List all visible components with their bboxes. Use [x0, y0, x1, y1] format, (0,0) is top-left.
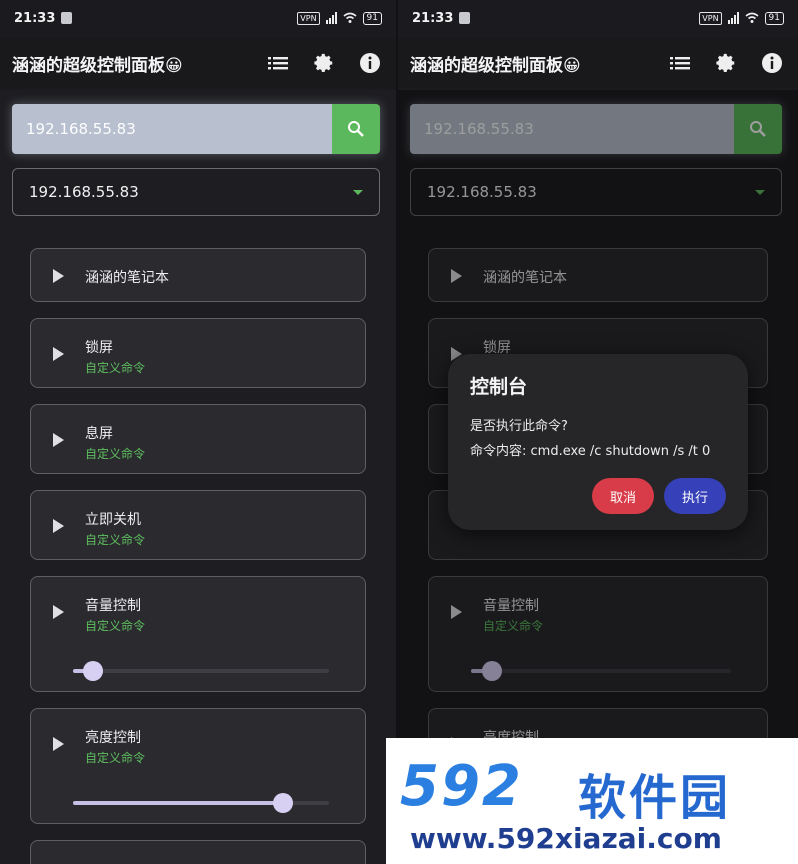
app-bar: 涵涵的超级控制面板😀: [398, 38, 798, 88]
signal-icon: [727, 12, 739, 24]
slider-fill: [73, 801, 283, 805]
list-icon[interactable]: [264, 49, 292, 77]
dialog-question: 是否执行此命令?: [470, 419, 568, 434]
card-subtitle: 自定义命令: [85, 619, 146, 633]
phone-screen-left: 21:33 VPN 91 涵涵的超级控制面板😀 192.168.55.83 19…: [0, 0, 396, 864]
card-title: 音量控制: [85, 598, 141, 614]
app-notification-icon: [459, 12, 471, 24]
status-bar: 21:33 VPN 91: [0, 0, 396, 36]
card-subtitle: 自定义命令: [85, 751, 146, 765]
ip-search-input[interactable]: [12, 104, 332, 154]
wifi-icon: [745, 12, 759, 23]
dropdown-arrow-icon: [353, 189, 363, 195]
ip-select-dropdown[interactable]: 192.168.55.83: [12, 168, 380, 216]
card-title: 锁屏: [85, 340, 113, 356]
card-title: 涵涵的笔记本: [85, 270, 169, 286]
card-partial[interactable]: [30, 840, 366, 864]
execute-button[interactable]: 执行: [664, 478, 726, 514]
vpn-badge: VPN: [297, 11, 320, 25]
watermark-url: www.592xiazai.com: [410, 822, 722, 855]
card-brightness[interactable]: 亮度控制 自定义命令: [30, 708, 366, 824]
play-icon: [53, 433, 64, 447]
dialog-title: 控制台: [470, 376, 528, 398]
info-icon[interactable]: [356, 49, 384, 77]
card-title: 立即关机: [85, 512, 141, 528]
card-title: 亮度控制: [85, 730, 141, 746]
card-subtitle: 自定义命令: [85, 533, 146, 547]
phone-screen-right: 21:33 VPN 91 涵涵的超级控制面板😀 192.168.55.83 19…: [398, 0, 798, 864]
watermark-number: 592: [400, 754, 523, 819]
card-subtitle: 自定义命令: [85, 447, 146, 461]
battery-indicator: 91: [764, 11, 784, 25]
app-notification-icon: [61, 12, 73, 24]
slider-thumb[interactable]: [272, 793, 293, 813]
wifi-icon: [343, 12, 357, 23]
play-icon: [53, 605, 64, 619]
gear-icon[interactable]: [310, 49, 338, 77]
play-icon: [53, 269, 64, 283]
dialog-command: 命令内容: cmd.exe /c shutdown /s /t 0: [470, 444, 711, 459]
card-subtitle: 自定义命令: [85, 361, 146, 375]
card-notebook[interactable]: 涵涵的笔记本: [30, 248, 366, 302]
search-bar: [12, 104, 380, 154]
battery-indicator: 91: [362, 11, 382, 25]
app-title: 涵涵的超级控制面板😀: [410, 55, 581, 76]
slider-thumb[interactable]: [83, 661, 104, 681]
status-time: 21:33: [412, 10, 454, 26]
search-button[interactable]: [332, 104, 380, 154]
main-content: 192.168.55.83 涵涵的笔记本 锁屏 自定义命令 息屏 自定义命令 立…: [0, 90, 396, 864]
brightness-slider[interactable]: [73, 793, 329, 813]
card-screen-off[interactable]: 息屏 自定义命令: [30, 404, 366, 474]
ip-select-value: 192.168.55.83: [29, 183, 139, 201]
watermark-banner: 592 软件园 www.592xiazai.com: [386, 738, 798, 864]
cancel-button[interactable]: 取消: [592, 478, 654, 514]
app-bar: 涵涵的超级控制面板😀: [0, 38, 396, 88]
card-volume[interactable]: 音量控制 自定义命令: [30, 576, 366, 692]
volume-slider[interactable]: [73, 661, 329, 681]
play-icon: [53, 347, 64, 361]
play-icon: [53, 737, 64, 751]
app-title: 涵涵的超级控制面板😀: [12, 55, 183, 76]
search-icon: [348, 121, 364, 137]
card-lock-screen[interactable]: 锁屏 自定义命令: [30, 318, 366, 388]
play-icon: [53, 519, 64, 533]
info-icon[interactable]: [758, 49, 786, 77]
status-bar: 21:33 VPN 91: [398, 0, 798, 36]
status-time: 21:33: [14, 10, 56, 26]
signal-icon: [325, 12, 337, 24]
card-title: 息屏: [85, 426, 113, 442]
vpn-badge: VPN: [699, 11, 722, 25]
watermark-name: 软件园: [578, 770, 732, 826]
list-icon[interactable]: [666, 49, 694, 77]
gear-icon[interactable]: [712, 49, 740, 77]
confirm-dialog: 控制台 是否执行此命令? 命令内容: cmd.exe /c shutdown /…: [448, 354, 748, 530]
card-shutdown[interactable]: 立即关机 自定义命令: [30, 490, 366, 560]
